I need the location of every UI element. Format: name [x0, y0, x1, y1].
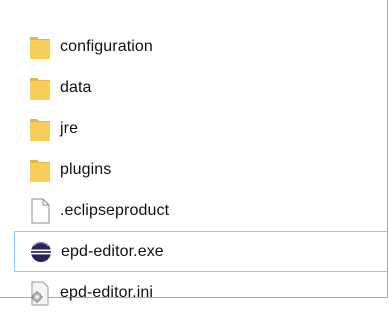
- folder-icon: [28, 74, 52, 102]
- list-item-epd-editor-ini[interactable]: epd-editor.ini: [21, 272, 387, 313]
- item-label: .eclipseproduct: [60, 201, 170, 219]
- eclipse-app-icon: [29, 238, 53, 266]
- settings-file-icon: [28, 279, 52, 307]
- file-explorer-panel: configuration data jre plugins .eclipsep…: [0, 0, 388, 305]
- list-item-data[interactable]: data: [21, 67, 387, 108]
- folder-icon: [28, 156, 52, 184]
- list-item-epd-editor-exe[interactable]: epd-editor.exe: [14, 231, 387, 272]
- list-item-configuration[interactable]: configuration: [21, 26, 387, 67]
- item-label: epd-editor.ini: [60, 283, 154, 301]
- blank-file-icon: [28, 197, 52, 225]
- folder-icon: [28, 33, 52, 61]
- list-item-jre[interactable]: jre: [21, 108, 387, 149]
- item-label: jre: [60, 119, 79, 137]
- list-item-plugins[interactable]: plugins: [21, 149, 387, 190]
- item-label: data: [60, 78, 92, 96]
- file-list: configuration data jre plugins .eclipsep…: [14, 26, 387, 313]
- list-item-eclipseproduct[interactable]: .eclipseproduct: [21, 190, 387, 231]
- folder-icon: [28, 115, 52, 143]
- item-label: plugins: [60, 160, 112, 178]
- item-label: epd-editor.exe: [61, 242, 164, 260]
- item-label: configuration: [60, 37, 153, 55]
